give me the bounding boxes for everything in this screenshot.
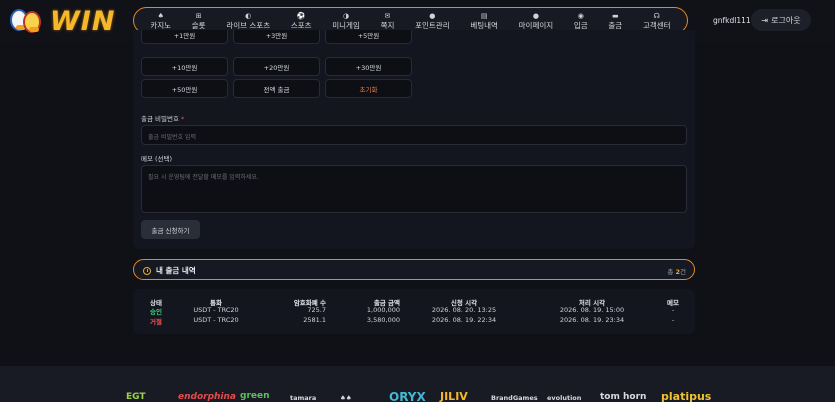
row1-processed: 2026. 08. 19. 15:00 bbox=[559, 306, 625, 314]
nav-item-point[interactable]: ● 포인트관리 bbox=[415, 12, 450, 30]
provider-brandgames[interactable]: BrandGames bbox=[491, 394, 538, 402]
amount-button-20[interactable]: +20만원 bbox=[233, 57, 320, 76]
support-icon: ☊ bbox=[653, 11, 660, 20]
casino-icon: ♠ bbox=[157, 11, 164, 20]
history-table: 상태 통화 암호화폐 수 출금 금액 신청 시각 처리 시각 메모 승인 USD… bbox=[133, 289, 695, 334]
provider-endorphina[interactable]: endorphina bbox=[178, 392, 236, 402]
mypage-icon: ● bbox=[532, 11, 539, 20]
nav-item-support[interactable]: ☊ 고객센터 bbox=[643, 12, 671, 30]
row2-requested: 2026. 08. 19. 22:34 bbox=[431, 316, 497, 324]
required-mark: * bbox=[181, 115, 185, 123]
minigame-icon: ◑ bbox=[343, 11, 350, 20]
message-icon: ✉ bbox=[384, 11, 391, 20]
nav-item-deposit[interactable]: ◉ 입금 bbox=[574, 12, 588, 30]
nav-label: 미니게임 bbox=[332, 20, 360, 30]
nav-label: 스포츠 bbox=[290, 20, 312, 30]
nav-item-mypage[interactable]: ● 마이페이지 bbox=[519, 12, 554, 30]
clock-icon bbox=[143, 266, 151, 275]
row2-amount: 3,580,000 bbox=[366, 316, 400, 324]
mascot-icon bbox=[8, 5, 44, 37]
amount-button-5[interactable]: +5만원 bbox=[325, 30, 412, 44]
amount-button-1[interactable]: +1만원 bbox=[141, 30, 228, 44]
point-icon: ● bbox=[429, 11, 436, 20]
row1-memo: - bbox=[671, 306, 675, 314]
row2-status: 거절 bbox=[150, 318, 162, 326]
nav-item-slot[interactable]: ⊞ 슬롯 bbox=[192, 12, 206, 30]
row2-memo: - bbox=[671, 316, 675, 324]
nav-item-message[interactable]: ✉ 쪽지 bbox=[381, 12, 395, 30]
sports-icon: ⚽ bbox=[296, 11, 306, 20]
row1-crypto: 725.7 bbox=[307, 306, 326, 314]
nav-item-casino[interactable]: ♠ 카지노 bbox=[150, 12, 171, 30]
nav-item-live-sports[interactable]: ◐ 라이브 스포츠 bbox=[226, 12, 270, 30]
deposit-icon: ◉ bbox=[577, 11, 584, 20]
withdraw-password-input[interactable]: 출금 비밀번호 입력 bbox=[141, 125, 687, 145]
row1-status: 승인 bbox=[150, 308, 162, 316]
provider-egt[interactable]: EGT bbox=[126, 392, 146, 402]
provider-oryx[interactable]: ORYX bbox=[389, 390, 426, 402]
logout-label: 로그아웃 bbox=[771, 15, 801, 25]
count-prefix: 총 bbox=[667, 268, 674, 276]
row2-crypto: 2581.1 bbox=[303, 316, 326, 324]
amount-button-10[interactable]: +10만원 bbox=[141, 57, 228, 76]
password-placeholder: 출금 비밀번호 입력 bbox=[148, 134, 196, 141]
count-suffix: 건 bbox=[680, 268, 686, 276]
row1-requested: 2026. 08. 20. 13:25 bbox=[431, 306, 497, 314]
submit-withdraw-button[interactable]: 출금 신청하기 bbox=[141, 220, 200, 239]
row1-amount: 1,000,000 bbox=[366, 306, 400, 314]
logo-text: WIN bbox=[50, 5, 116, 37]
memo-textarea[interactable]: 필요 시 운영팀에 전달할 메모를 입력하세요. bbox=[141, 165, 687, 213]
nav-label: 카지노 bbox=[150, 20, 172, 30]
history-count: 총 2건 bbox=[667, 266, 686, 276]
provider-evolution[interactable]: evolution bbox=[547, 394, 581, 402]
bet-history-icon: ▤ bbox=[480, 11, 488, 20]
nav-label: 포인트관리 bbox=[415, 20, 450, 30]
nav-item-withdraw[interactable]: ▬ 출금 bbox=[608, 12, 622, 30]
provider-jili[interactable]: JILIV bbox=[440, 390, 468, 402]
nav-label: 마이페이지 bbox=[518, 20, 554, 30]
slot-icon: ⊞ bbox=[195, 11, 202, 20]
row1-currency: USDT - TRC20 bbox=[193, 306, 239, 314]
provider-tomhorn[interactable]: tom horn bbox=[600, 392, 646, 402]
memo-label: 메모 (선택) bbox=[141, 155, 173, 163]
history-header: 내 출금 내역 총 2건 bbox=[133, 259, 695, 280]
memo-placeholder: 필요 시 운영팀에 전달할 메모를 입력하세요. bbox=[148, 174, 259, 181]
withdraw-icon: ▬ bbox=[612, 11, 619, 20]
provider-spade[interactable]: ♠♠ bbox=[340, 394, 352, 402]
history-title: 내 출금 내역 bbox=[143, 265, 196, 276]
site-logo[interactable]: WIN bbox=[8, 4, 118, 38]
live-sports-icon: ◐ bbox=[245, 11, 252, 20]
nav-item-sports[interactable]: ⚽ 스포츠 bbox=[291, 12, 312, 30]
nav-label: 입금 bbox=[573, 20, 588, 30]
amount-button-3[interactable]: +3만원 bbox=[233, 30, 320, 44]
nav-label: 베팅내역 bbox=[470, 20, 498, 30]
row2-processed: 2026. 08. 19. 23:34 bbox=[559, 316, 625, 324]
nav-item-bet-history[interactable]: ▤ 베팅내역 bbox=[470, 12, 498, 30]
nav-label: 출금 bbox=[608, 20, 623, 30]
provider-green[interactable]: green bbox=[240, 391, 270, 401]
nav-item-minigame[interactable]: ◑ 미니게임 bbox=[332, 12, 360, 30]
username: gnfkdl111 bbox=[713, 16, 751, 25]
nav-label: 고객센터 bbox=[642, 20, 671, 30]
history-title-text: 내 출금 내역 bbox=[156, 266, 196, 275]
provider-platipus[interactable]: platipus bbox=[661, 390, 711, 402]
reset-button[interactable]: 초기화 bbox=[325, 79, 412, 98]
amount-button-30[interactable]: +30만원 bbox=[325, 57, 412, 76]
password-label: 출금 비밀번호 * bbox=[141, 113, 184, 123]
row2-currency: USDT - TRC20 bbox=[193, 316, 239, 324]
nav-label: 슬롯 bbox=[191, 20, 206, 30]
withdraw-all-button[interactable]: 전액 출금 bbox=[233, 79, 320, 98]
password-label-text: 출금 비밀번호 bbox=[141, 115, 179, 123]
amount-button-50[interactable]: +50만원 bbox=[141, 79, 228, 98]
nav-label: 쪽지 bbox=[380, 20, 395, 30]
logout-button[interactable]: ⇥ 로그아웃 bbox=[751, 9, 811, 31]
provider-tamara[interactable]: tamara bbox=[290, 394, 316, 402]
logout-icon: ⇥ bbox=[761, 15, 769, 25]
nav-label: 라이브 스포츠 bbox=[226, 20, 271, 30]
